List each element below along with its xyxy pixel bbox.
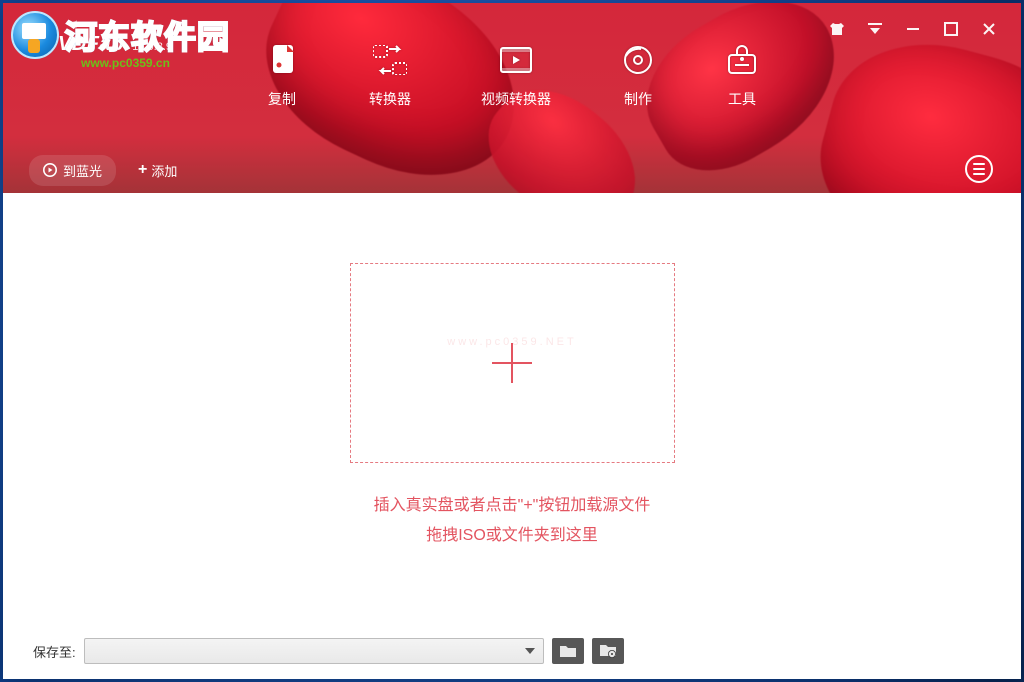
minimize-icon[interactable] — [905, 21, 921, 37]
footer-bar: 保存至: — [3, 627, 1021, 679]
plus-icon: + — [138, 161, 147, 179]
author-icon — [621, 43, 655, 77]
tab-convert[interactable]: 转换器 — [369, 43, 411, 109]
browse-folder-button[interactable] — [552, 638, 584, 664]
app-window: 河东软件园 www.pc0359.cn DVDFab 10.0.3.9 — [3, 3, 1021, 679]
tools-icon — [725, 43, 759, 77]
maximize-icon[interactable] — [943, 21, 959, 37]
dropdown-icon[interactable] — [867, 21, 883, 37]
dropzone[interactable]: www.pc0359.NET — [350, 263, 675, 463]
watermark-url: www.pc0359.cn — [81, 56, 170, 70]
convert-icon — [373, 43, 407, 77]
folder-disc-icon — [599, 643, 617, 659]
tab-author[interactable]: 制作 — [621, 43, 655, 109]
site-watermark: 河东软件园 www.pc0359.cn — [11, 11, 230, 59]
hint-line-2: 拖拽ISO或文件夹到这里 — [374, 521, 651, 551]
add-button[interactable]: + 添加 — [138, 161, 177, 180]
tab-copy[interactable]: 复制 — [265, 43, 299, 109]
save-path-dropdown[interactable] — [84, 638, 544, 664]
desktop-background: 河东软件园 www.pc0359.cn DVDFab 10.0.3.9 — [0, 0, 1024, 682]
tab-video-convert[interactable]: 视频转换器 — [481, 43, 551, 109]
mode-selector[interactable]: 到蓝光 — [29, 155, 116, 186]
play-circle-icon — [43, 163, 57, 177]
tab-label: 制作 — [624, 89, 652, 109]
tab-label: 复制 — [268, 89, 296, 109]
video-convert-icon — [499, 43, 533, 77]
mode-label: 到蓝光 — [63, 161, 102, 180]
watermark-badge-icon — [11, 11, 59, 59]
app-header: 河东软件园 www.pc0359.cn DVDFab 10.0.3.9 — [3, 3, 1021, 193]
dropzone-hint: 插入真实盘或者点击"+"按钮加载源文件 拖拽ISO或文件夹到这里 — [374, 491, 651, 551]
folder-icon — [559, 644, 577, 658]
chevron-down-icon — [525, 648, 535, 654]
sub-toolbar: 到蓝光 + 添加 — [3, 147, 1021, 193]
tab-label: 转换器 — [369, 89, 411, 109]
tab-label: 视频转换器 — [481, 89, 551, 109]
main-area: www.pc0359.NET 插入真实盘或者点击"+"按钮加载源文件 拖拽ISO… — [3, 193, 1021, 627]
skin-icon[interactable] — [829, 21, 845, 37]
tab-label: 工具 — [728, 89, 756, 109]
watermark-text: 河东软件园 — [65, 12, 230, 58]
save-iso-button[interactable] — [592, 638, 624, 664]
close-icon[interactable] — [981, 21, 997, 37]
save-to-label: 保存至: — [33, 642, 76, 661]
hint-line-1: 插入真实盘或者点击"+"按钮加载源文件 — [374, 491, 651, 521]
window-controls — [829, 21, 997, 37]
copy-icon — [265, 43, 299, 77]
add-label: 添加 — [151, 161, 177, 180]
tab-tools[interactable]: 工具 — [725, 43, 759, 109]
list-menu-button[interactable] — [965, 155, 993, 183]
